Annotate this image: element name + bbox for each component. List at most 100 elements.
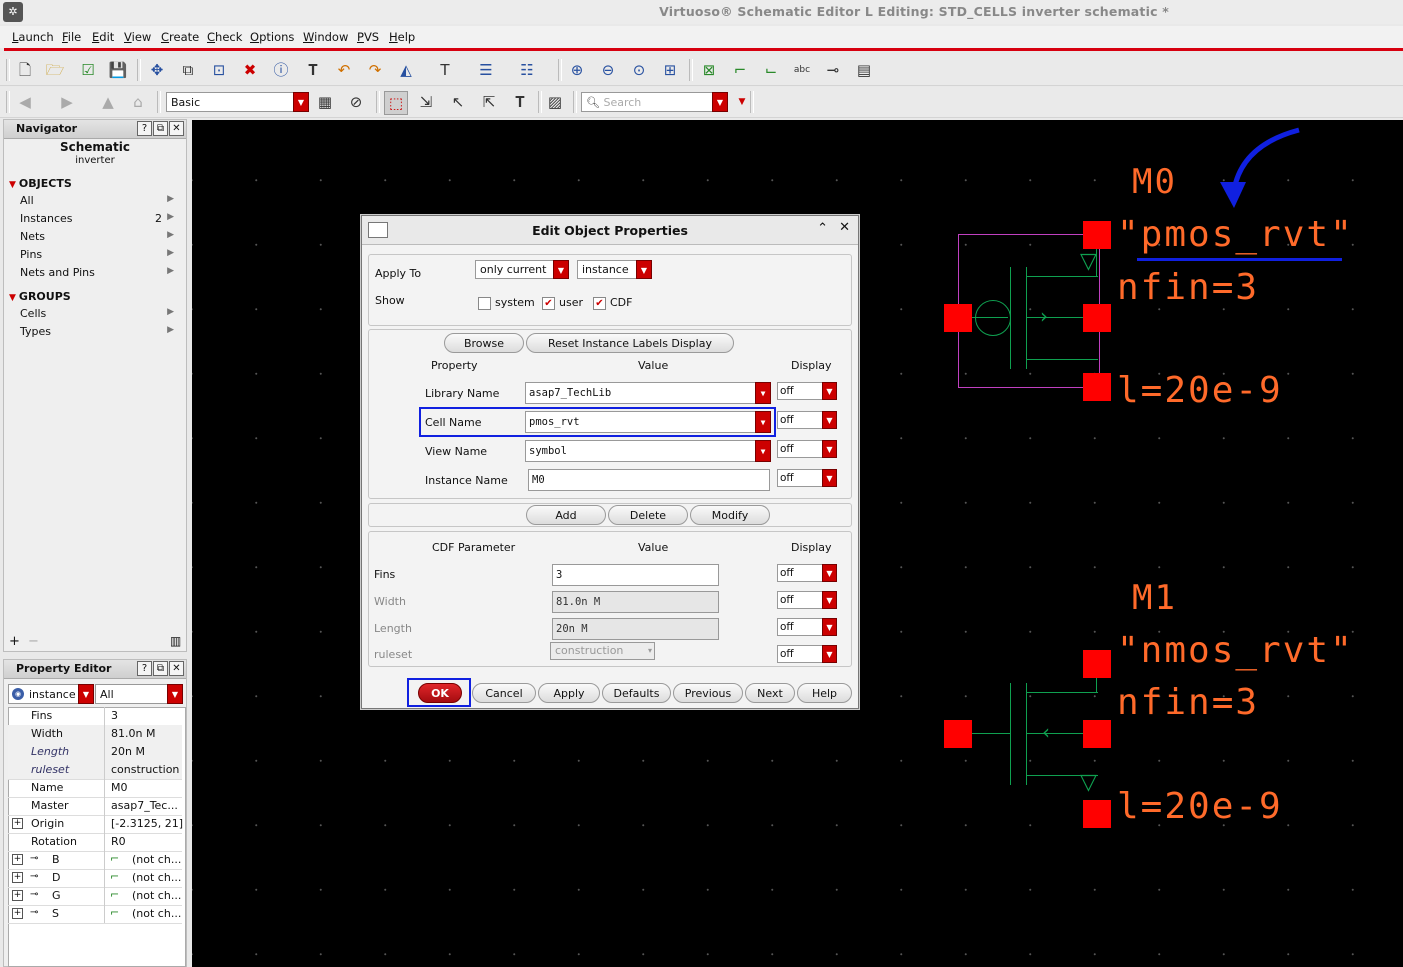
nav-item-instances[interactable]: Instances 2 ▶ [20, 212, 180, 225]
property-scope-select[interactable]: All ▼ [95, 684, 183, 704]
previous-button[interactable]: Previous [673, 683, 743, 703]
length-display-select[interactable]: off ▼ [777, 618, 837, 636]
table-row[interactable]: + ⊸ D ⌐ (not ch... [8, 869, 182, 888]
help-icon[interactable]: ? [137, 121, 152, 136]
property-value[interactable]: R0 [111, 835, 183, 848]
property-value[interactable]: M0 [111, 781, 183, 794]
collapse-all-icon[interactable]: − [28, 634, 39, 649]
m1-source-pin[interactable] [1083, 800, 1111, 828]
area-select-icon[interactable]: ⇲ [415, 91, 437, 113]
delete-workspace-icon[interactable]: ⊘ [345, 91, 367, 113]
cell-display-select[interactable]: off ▼ [777, 411, 837, 429]
property-value[interactable]: (not ch... [132, 907, 184, 920]
zoom-area-icon[interactable]: ⊞ [659, 59, 681, 81]
add-note-icon[interactable]: ▤ [853, 59, 875, 81]
add-button[interactable]: Add [526, 505, 606, 525]
property-value[interactable]: [-2.3125, 21] [111, 817, 183, 830]
columns-icon[interactable]: ▥ [170, 634, 181, 648]
browse-button[interactable]: Browse [444, 333, 524, 353]
add-wide-wire-icon[interactable]: ⌙ [760, 59, 782, 81]
property-value[interactable]: asap7_Tec... [111, 799, 183, 812]
nav-item-pins[interactable]: Pins ▶ [20, 248, 180, 261]
menu-edit[interactable]: Edit [92, 30, 114, 44]
menu-launch[interactable]: Launch [12, 30, 54, 44]
property-value[interactable]: (not ch... [132, 853, 184, 866]
nav-item-all[interactable]: All ▶ [20, 194, 180, 207]
object-type-select[interactable]: ◉ instance ▼ [8, 684, 94, 704]
menu-options[interactable]: Options [250, 30, 294, 44]
defaults-button[interactable]: Defaults [602, 683, 671, 703]
groups-group[interactable]: ▼ GROUPS [9, 290, 71, 303]
menu-create[interactable]: Create [161, 30, 199, 44]
add-wire-name-icon[interactable]: abc [791, 59, 813, 81]
width-display-select[interactable]: off ▼ [777, 591, 837, 609]
filter-icon[interactable]: ▨ [544, 91, 566, 113]
library-display-select[interactable]: off ▼ [777, 382, 837, 400]
menu-help[interactable]: Help [389, 30, 415, 44]
table-row[interactable]: Length 20n M [8, 743, 182, 762]
distribute-icon[interactable]: ☷ [516, 59, 538, 81]
text-size-icon[interactable]: T [434, 59, 456, 81]
forward-icon[interactable]: ▶ [56, 91, 78, 113]
m1-bulk-pin[interactable] [1083, 720, 1111, 748]
menu-view[interactable]: View [124, 30, 151, 44]
up-icon[interactable]: ▲ [97, 91, 119, 113]
table-row[interactable]: + ⊸ S ⌐ (not ch... [8, 905, 182, 924]
m0-drain-pin[interactable] [1083, 373, 1111, 401]
stretch-icon[interactable]: ⊡ [208, 59, 230, 81]
add-instance-icon[interactable]: ⊠ [698, 59, 720, 81]
table-row[interactable]: Name M0 [8, 779, 182, 798]
m1-cell-label[interactable]: "nmos_rvt" [1117, 630, 1354, 671]
property-value[interactable]: construction [111, 763, 183, 776]
select-all-icon[interactable]: ⬚ [384, 91, 408, 115]
menu-pvs[interactable]: PVS [357, 30, 379, 44]
text-edit-icon[interactable]: 𝐓 [302, 59, 324, 81]
next-button[interactable]: Next [745, 683, 795, 703]
help-icon[interactable]: ? [137, 661, 152, 676]
m0-gate-pin[interactable] [944, 304, 972, 332]
search-input[interactable]: 🔍︎ Search ▼ [581, 92, 728, 112]
instance-display-select[interactable]: off ▼ [777, 469, 837, 487]
m1-gate-pin[interactable] [944, 720, 972, 748]
new-file-icon[interactable]: 🗋 [14, 59, 36, 81]
table-row[interactable]: Fins 3 [8, 707, 182, 726]
m0-cell-label[interactable]: "pmos_rvt" [1117, 214, 1354, 255]
m1-drain-pin[interactable] [1083, 650, 1111, 678]
m1-instance-name[interactable]: M1 [1132, 578, 1177, 618]
pointer-net-icon[interactable]: ⇱ [478, 91, 500, 113]
zoom-in-icon[interactable]: ⊕ [566, 59, 588, 81]
library-name-field[interactable]: asap7_TechLib ▼ [525, 382, 771, 404]
nav-item-nets-and-pins[interactable]: Nets and Pins ▶ [20, 266, 180, 279]
reset-labels-button[interactable]: Reset Instance Labels Display [526, 333, 734, 353]
open-folder-icon[interactable]: 🗁 [44, 59, 66, 81]
apply-to-scope-select[interactable]: only current ▼ [475, 260, 569, 279]
ok-button[interactable]: OK [418, 683, 462, 703]
zoom-fit-icon[interactable]: ⊙ [628, 59, 650, 81]
menu-file[interactable]: File [62, 30, 81, 44]
expand-icon[interactable]: + [12, 872, 23, 883]
m1-length-label[interactable]: l=20e-9 [1117, 786, 1283, 827]
fins-field[interactable]: 3 [552, 564, 719, 586]
cancel-button[interactable]: Cancel [472, 683, 536, 703]
expand-icon[interactable]: + [12, 854, 23, 865]
expand-icon[interactable]: + [12, 818, 23, 829]
m0-length-label[interactable]: l=20e-9 [1117, 370, 1283, 411]
fins-display-select[interactable]: off ▼ [777, 564, 837, 582]
property-value[interactable]: 3 [111, 709, 183, 722]
add-pin-icon[interactable]: ⊸ [822, 59, 844, 81]
show-user-checkbox[interactable]: ✔ [542, 297, 555, 310]
view-name-field[interactable]: symbol ▼ [525, 440, 771, 462]
ruleset-display-select[interactable]: off ▼ [777, 645, 837, 663]
expand-icon[interactable]: + [12, 908, 23, 919]
float-icon[interactable]: ⧉ [153, 121, 168, 136]
instance-name-field[interactable]: M0 [528, 469, 770, 491]
m0-source-pin[interactable] [1083, 221, 1111, 249]
pointer-select-icon[interactable]: ↖ [447, 91, 469, 113]
workspace-select[interactable]: Basic ▼ [166, 92, 309, 112]
chevron-up-icon[interactable]: ⌃ [817, 221, 828, 236]
nav-item-nets[interactable]: Nets ▶ [20, 230, 180, 243]
m1-nfin-label[interactable]: nfin=3 [1117, 682, 1259, 723]
close-icon[interactable]: ✕ [169, 121, 184, 136]
objects-group[interactable]: ▼ OBJECTS [9, 177, 72, 190]
align-icon[interactable]: ☰ [475, 59, 497, 81]
